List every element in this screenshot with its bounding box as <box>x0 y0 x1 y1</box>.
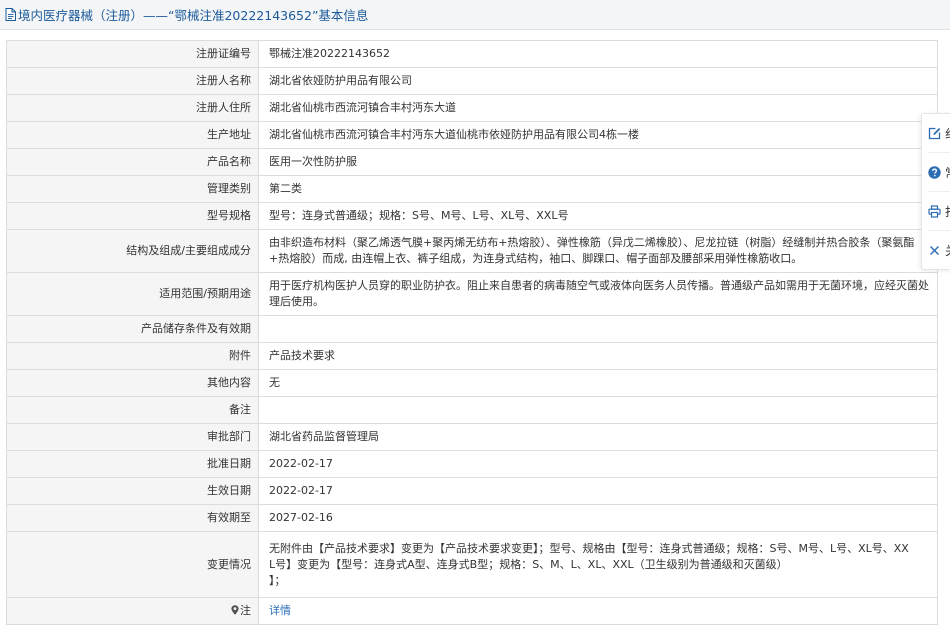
details-link[interactable]: 详情 <box>269 604 291 617</box>
change-line: 】； <box>269 573 286 587</box>
feedback-button[interactable]: 纠 <box>922 114 950 152</box>
field-label: 附件 <box>6 342 259 370</box>
field-label: 生效日期 <box>6 477 259 505</box>
field-label: 有效期至 <box>6 504 259 532</box>
detail-table: 注册证编号 鄂械注准20222143652 注册人名称 湖北省依娅防护用品有限公… <box>6 40 938 625</box>
print-button[interactable]: 打 <box>922 192 950 230</box>
row-model-spec: 型号规格 型号：连身式普通级；规格：S号、M号、L号、XL号、XXL号 <box>6 202 938 230</box>
row-registration-number: 注册证编号 鄂械注准20222143652 <box>6 40 938 68</box>
row-effective-date: 生效日期 2022-02-17 <box>6 477 938 505</box>
field-label: 备注 <box>6 396 259 424</box>
field-value: 产品技术要求 <box>258 342 938 370</box>
row-remarks: 备注 <box>6 396 938 424</box>
document-icon <box>5 8 16 21</box>
field-value: 医用一次性防护服 <box>258 148 938 176</box>
row-product-name: 产品名称 医用一次性防护服 <box>6 148 938 176</box>
field-label: 型号规格 <box>6 202 259 230</box>
field-label: 结构及组成/主要组成成分 <box>6 229 259 273</box>
close-button[interactable]: 关 <box>922 231 950 269</box>
field-value: 2022-02-17 <box>258 450 938 478</box>
field-value: 型号：连身式普通级；规格：S号、M号、L号、XL号、XXL号 <box>258 202 938 230</box>
row-change-history: 变更情况 无附件由【产品技术要求】变更为【产品技术要求变更】；型号、规格由【型号… <box>6 531 938 598</box>
field-label: 管理类别 <box>6 175 259 203</box>
row-other-content: 其他内容 无 <box>6 369 938 397</box>
row-registrant-name: 注册人名称 湖北省依娅防护用品有限公司 <box>6 67 938 95</box>
field-value <box>258 315 938 343</box>
faq-button-label: 常 <box>945 164 950 181</box>
close-icon <box>930 245 939 255</box>
field-label: 生产地址 <box>6 121 259 149</box>
row-production-address: 生产地址 湖北省仙桃市西流河镇合丰村沔东大道仙桃市依娅防护用品有限公司4栋一楼 <box>6 121 938 149</box>
change-line: L号】变更为【型号：连身式A型、连身式B型；规格：S、M、L、XL、XXL（卫生… <box>269 557 788 571</box>
faq-button[interactable]: 常 <box>922 153 950 191</box>
page-title: 境内医疗器械（注册）——“鄂械注准20222143652”基本信息 <box>18 8 369 23</box>
field-label: 审批部门 <box>6 423 259 451</box>
change-line: 无附件由【产品技术要求】变更为【产品技术要求变更】；型号、规格由【型号：连身式普… <box>269 541 909 555</box>
field-label: 其他内容 <box>6 369 259 397</box>
print-icon <box>928 204 941 218</box>
page-header: 境内医疗器械（注册）——“鄂械注准20222143652”基本信息 <box>0 0 950 30</box>
row-valid-until: 有效期至 2027-02-16 <box>6 504 938 532</box>
field-value: 湖北省仙桃市西流河镇合丰村沔东大道仙桃市依娅防护用品有限公司4栋一楼 <box>258 121 938 149</box>
feedback-button-label: 纠 <box>945 125 950 142</box>
field-value: 由非织造布材料（聚乙烯透气膜+聚丙烯无纺布+热熔胶）、弹性橡筋（异戊二烯橡胶）、… <box>258 229 938 273</box>
field-value: 鄂械注准20222143652 <box>258 40 938 68</box>
row-storage-conditions: 产品储存条件及有效期 <box>6 315 938 343</box>
close-button-label: 关 <box>945 242 950 259</box>
field-value: 2022-02-17 <box>258 477 938 505</box>
field-label: 注 <box>6 597 259 625</box>
field-value: 第二类 <box>258 175 938 203</box>
field-label: 注册证编号 <box>6 40 259 68</box>
note-label: 注 <box>240 604 251 617</box>
field-label: 批准日期 <box>6 450 259 478</box>
row-structure-composition: 结构及组成/主要组成成分 由非织造布材料（聚乙烯透气膜+聚丙烯无纺布+热熔胶）、… <box>6 229 938 273</box>
row-registrant-address: 注册人住所 湖北省仙桃市西流河镇合丰村沔东大道 <box>6 94 938 122</box>
row-note: 注 详情 <box>6 597 938 625</box>
field-value: 用于医疗机构医护人员穿的职业防护衣。阻止来自患者的病毒随空气或液体向医务人员传播… <box>258 272 938 316</box>
help-icon <box>928 165 941 179</box>
field-label: 变更情况 <box>6 531 259 598</box>
row-intended-use: 适用范围/预期用途 用于医疗机构医护人员穿的职业防护衣。阻止来自患者的病毒随空气… <box>6 272 938 316</box>
row-approval-date: 批准日期 2022-02-17 <box>6 450 938 478</box>
field-value: 湖北省药品监督管理局 <box>258 423 938 451</box>
field-value: 详情 <box>258 597 938 625</box>
row-attachment: 附件 产品技术要求 <box>6 342 938 370</box>
edit-icon <box>928 127 941 139</box>
field-value: 2027-02-16 <box>258 504 938 532</box>
field-value: 湖北省依娅防护用品有限公司 <box>258 67 938 95</box>
row-management-category: 管理类别 第二类 <box>6 175 938 203</box>
field-value: 湖北省仙桃市西流河镇合丰村沔东大道 <box>258 94 938 122</box>
side-toolbar: 纠 常 打 关 <box>921 113 950 270</box>
row-approval-department: 审批部门 湖北省药品监督管理局 <box>6 423 938 451</box>
field-label: 适用范围/预期用途 <box>6 272 259 316</box>
field-label: 注册人名称 <box>6 67 259 95</box>
field-label: 产品名称 <box>6 148 259 176</box>
field-label: 注册人住所 <box>6 94 259 122</box>
field-value: 无附件由【产品技术要求】变更为【产品技术要求变更】；型号、规格由【型号：连身式普… <box>258 531 938 598</box>
map-pin-icon <box>231 605 239 615</box>
field-value: 无 <box>258 369 938 397</box>
field-label: 产品储存条件及有效期 <box>6 315 259 343</box>
field-value <box>258 396 938 424</box>
print-button-label: 打 <box>945 203 950 220</box>
